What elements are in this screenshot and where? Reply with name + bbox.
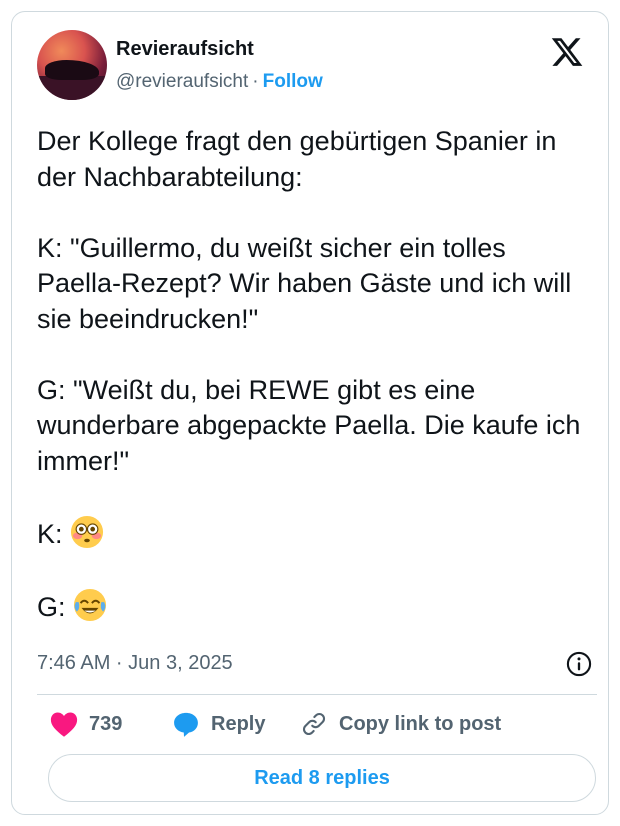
copy-link-label: Copy link to post xyxy=(339,712,502,735)
avatar[interactable] xyxy=(37,30,107,100)
tweet-paragraph-4: K: xyxy=(37,515,104,549)
divider xyxy=(37,694,597,695)
x-logo-icon[interactable] xyxy=(549,35,585,69)
reply-label: Reply xyxy=(211,712,266,735)
heart-icon xyxy=(50,712,78,737)
tweet-paragraph-1: Der Kollege fragt den gebürtigen Spanier… xyxy=(37,126,564,192)
tweet-paragraph-5: G: xyxy=(37,588,107,622)
handle-row: @revieraufsicht · Follow xyxy=(116,71,323,93)
author-name[interactable]: Revieraufsicht xyxy=(116,38,254,61)
read-replies-button[interactable]: Read 8 replies xyxy=(48,754,596,802)
action-bar: 739 Reply Copy link to post xyxy=(37,708,597,740)
tweet-text: Der Kollege fragt den gebürtigen Spanier… xyxy=(37,124,597,625)
avatar-silhouette xyxy=(45,60,99,80)
like-button[interactable]: 739 xyxy=(49,708,122,740)
face-with-tears-of-joy-icon xyxy=(73,588,107,621)
tweet-paragraph-4-prefix: K: xyxy=(37,518,71,549)
link-icon xyxy=(302,712,326,736)
info-icon[interactable] xyxy=(565,650,593,678)
tweet-paragraph-2: K: "Guillermo, du weißt sicher ein tolle… xyxy=(37,232,579,334)
author-handle[interactable]: @revieraufsicht xyxy=(116,71,248,92)
tweet-paragraph-3: G: "Weißt du, bei REWE gibt es eine wund… xyxy=(37,374,588,476)
like-count: 739 xyxy=(89,712,123,735)
tweet-paragraph-5-prefix: G: xyxy=(37,591,74,622)
follow-button[interactable]: Follow xyxy=(263,71,323,92)
tweet-card: Revieraufsicht @revieraufsicht · Follow De… xyxy=(11,11,609,815)
timestamp[interactable]: 7:46 AM · Jun 3, 2025 xyxy=(37,652,233,675)
flushed-face-icon xyxy=(70,515,104,548)
reply-bubble-icon xyxy=(174,712,198,737)
reply-button[interactable]: Reply xyxy=(171,708,265,740)
handle-separator: · xyxy=(252,71,259,92)
copy-link-button[interactable]: Copy link to post xyxy=(299,708,501,740)
